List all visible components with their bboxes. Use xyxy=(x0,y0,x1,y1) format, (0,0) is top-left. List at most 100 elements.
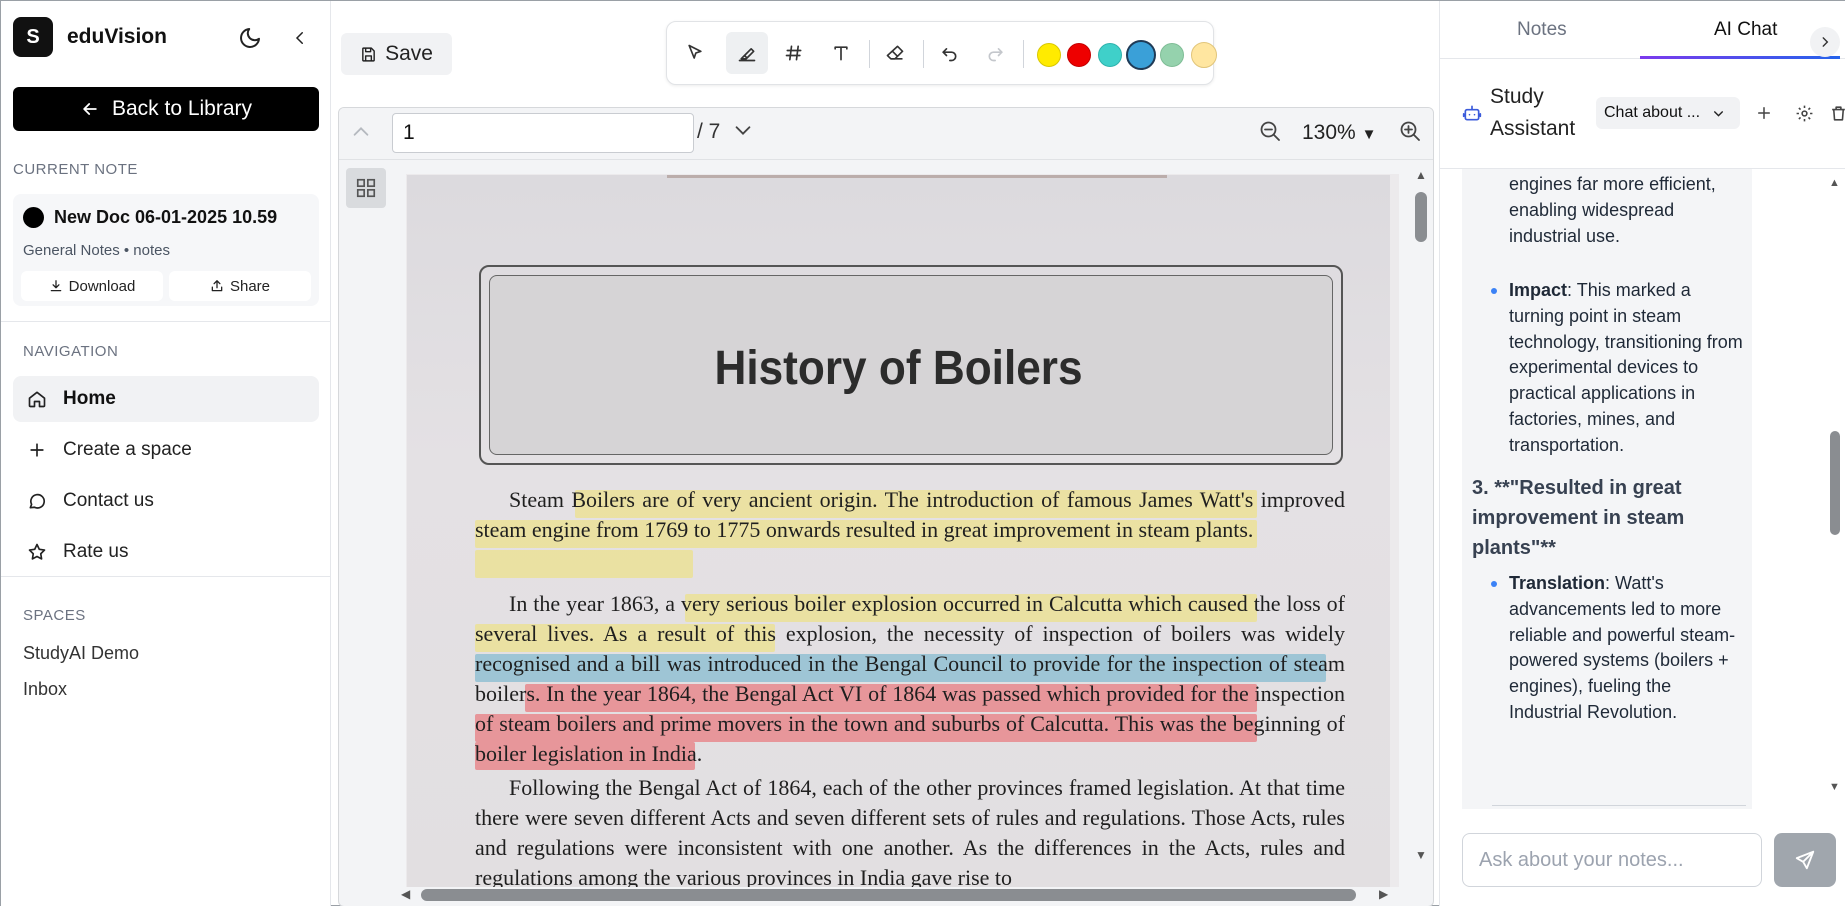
color-swatch-cream[interactable] xyxy=(1191,42,1217,68)
color-swatch-green[interactable] xyxy=(1160,43,1184,67)
horizontal-scrollbar[interactable]: ◀ ▶ xyxy=(399,886,1409,904)
previous-page-icon[interactable] xyxy=(349,120,373,144)
moon-icon[interactable] xyxy=(237,25,263,51)
eraser-icon xyxy=(886,45,904,60)
tab-notes[interactable]: Notes xyxy=(1517,19,1567,41)
download-label: Download xyxy=(68,277,136,295)
sidebar-divider xyxy=(1,321,331,322)
chat-bullet-impact: Impact: This marked a turning point in s… xyxy=(1509,278,1745,459)
nav-item-rate-us[interactable]: Rate us xyxy=(13,529,319,575)
thumbnails-toggle-button[interactable] xyxy=(346,168,386,208)
send-button[interactable] xyxy=(1774,833,1836,887)
scroll-down-arrow[interactable]: ▼ xyxy=(1415,848,1427,862)
current-note-card: New Doc 06-01-2025 10.59 General Notes •… xyxy=(13,194,319,306)
vertical-scrollbar[interactable]: ▲ ▼ xyxy=(1412,168,1430,868)
highlight-tool[interactable] xyxy=(726,32,768,74)
caret-down-icon: ▼ xyxy=(1361,126,1377,143)
nav-item-create-space[interactable]: Create a space xyxy=(13,427,319,473)
vertical-scroll-thumb[interactable] xyxy=(1415,192,1427,242)
highlight-yellow[interactable] xyxy=(475,550,693,578)
undo-button[interactable] xyxy=(928,32,970,74)
current-note-heading: CURRENT NOTE xyxy=(13,161,138,178)
scroll-up-arrow[interactable]: ▲ xyxy=(1415,168,1427,182)
star-icon xyxy=(28,543,46,560)
pdf-viewer: 1 / 7 130% ▼ History of Boilers Steam Bo… xyxy=(338,107,1434,906)
chat-input[interactable]: Ask about your notes... xyxy=(1462,833,1762,887)
zoom-in-icon[interactable] xyxy=(1397,118,1423,144)
chat-select-dropdown[interactable]: Chat about ... xyxy=(1596,97,1740,129)
note-title: New Doc 06-01-2025 10.59 xyxy=(54,207,278,227)
app-logo: S xyxy=(13,17,53,57)
plus-icon xyxy=(30,443,44,457)
nav-item-label: Rate us xyxy=(63,541,129,562)
chat-message-area: engines far more efficient, enabling wid… xyxy=(1462,169,1752,809)
grid-tool[interactable] xyxy=(773,32,815,74)
page-total: / 7 xyxy=(697,120,721,143)
translation-text: : Watt's advancements led to more reliab… xyxy=(1509,573,1736,722)
bullet-dot xyxy=(1491,288,1497,294)
toolbar-separator xyxy=(923,40,924,68)
chat-scroll-thumb[interactable] xyxy=(1830,431,1840,535)
scroll-right-arrow[interactable]: ▶ xyxy=(1379,887,1388,901)
nav-item-contact-us[interactable]: Contact us xyxy=(13,478,319,524)
impact-label: Impact xyxy=(1509,280,1568,300)
color-swatch-yellow[interactable] xyxy=(1037,43,1061,67)
impact-text: : This marked a turning point in steam t… xyxy=(1509,280,1743,455)
color-swatch-red[interactable] xyxy=(1067,43,1091,67)
horizontal-scroll-thumb[interactable] xyxy=(421,889,1356,901)
page-top-edge xyxy=(667,175,1167,178)
back-to-library-button[interactable]: Back to Library xyxy=(13,87,319,131)
page-number-input[interactable]: 1 xyxy=(392,113,694,153)
sidebar-divider xyxy=(1,576,331,577)
zoom-out-icon[interactable] xyxy=(1257,118,1283,144)
share-label: Share xyxy=(229,277,271,295)
pointer-icon xyxy=(688,44,702,59)
bullet-dot xyxy=(1491,581,1497,587)
download-button[interactable]: Download xyxy=(21,271,163,301)
text-tool[interactable] xyxy=(820,32,862,74)
sidebar: S eduVision Back to Library CURRENT NOTE… xyxy=(1,1,331,906)
chat-scroll-up-arrow[interactable]: ▲ xyxy=(1829,177,1840,189)
tab-ai-chat[interactable]: AI Chat xyxy=(1714,19,1777,41)
settings-gear-icon[interactable] xyxy=(1794,103,1814,123)
chat-scroll-down-arrow[interactable]: ▼ xyxy=(1829,781,1840,793)
eraser-tool[interactable] xyxy=(874,32,916,74)
color-swatch-teal[interactable] xyxy=(1098,43,1122,67)
grid-view-icon xyxy=(356,178,376,198)
chevron-down-icon xyxy=(1714,110,1724,117)
document-paragraph: Steam Boilers are of very ancient origin… xyxy=(475,487,1345,542)
select-tool[interactable] xyxy=(674,32,716,74)
document-paragraph: Following the Bengal Act of 1864, each o… xyxy=(475,775,1345,887)
zoom-select[interactable]: 130% ▼ xyxy=(1302,121,1376,145)
collapse-sidebar-icon[interactable] xyxy=(289,27,311,49)
color-swatch-blue-selected[interactable] xyxy=(1126,40,1156,70)
hash-icon xyxy=(785,45,802,61)
redo-button[interactable] xyxy=(975,32,1017,74)
scroll-left-arrow[interactable]: ◀ xyxy=(401,887,410,901)
share-button[interactable]: Share xyxy=(169,271,311,301)
next-page-icon[interactable] xyxy=(731,118,755,142)
toolbar-separator xyxy=(1023,40,1024,68)
robot-icon xyxy=(1462,103,1482,123)
trash-icon[interactable] xyxy=(1828,103,1845,123)
panel-tabs: Notes AI Chat xyxy=(1440,1,1845,59)
chat-bubble-icon xyxy=(29,493,45,509)
chevron-right-icon[interactable] xyxy=(1810,27,1840,57)
nav-item-label: Home xyxy=(63,388,116,409)
nav-item-home[interactable]: Home xyxy=(13,376,319,422)
save-button[interactable]: Save xyxy=(341,33,452,75)
back-to-library-label: Back to Library xyxy=(111,97,253,120)
message-divider xyxy=(1492,805,1746,806)
spaces-heading: SPACES xyxy=(23,607,86,624)
chat-scrollbar[interactable]: ▲ ▼ xyxy=(1828,169,1842,809)
toolbar-separator xyxy=(869,40,870,68)
nav-item-label: Contact us xyxy=(63,490,154,511)
app-name: eduVision xyxy=(67,25,167,48)
translation-label: Translation xyxy=(1509,573,1606,593)
document-title: History of Boilers xyxy=(714,342,1083,395)
new-chat-plus-icon[interactable] xyxy=(1754,103,1774,123)
space-item-inbox[interactable]: Inbox xyxy=(23,679,67,700)
space-item-studyai-demo[interactable]: StudyAI Demo xyxy=(23,643,139,664)
document-page[interactable]: History of Boilers Steam Boilers are of … xyxy=(407,175,1390,887)
save-icon xyxy=(362,46,375,62)
